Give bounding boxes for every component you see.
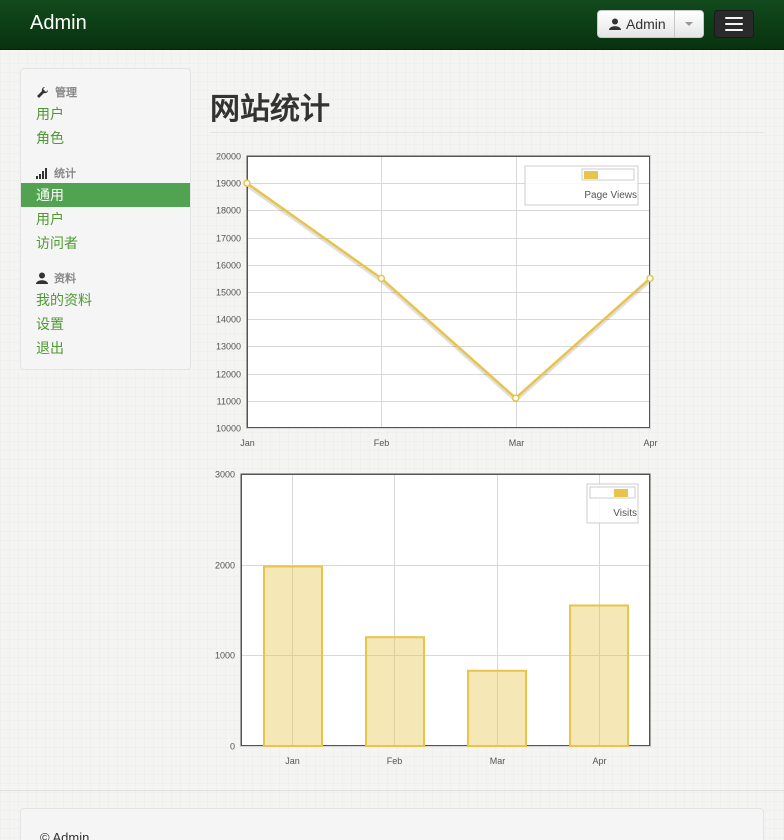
chart-ytick-label: 19000 <box>216 179 241 189</box>
chart-bar <box>569 604 629 748</box>
chart-ytick-label: 11000 <box>217 397 241 407</box>
charts-canvas: 1000011000120001300014000150001600017000… <box>215 152 658 767</box>
chart-xtick-label: Mar <box>490 756 506 766</box>
chart-ytick-label: 13000 <box>216 342 241 352</box>
chart-xtick-label: Mar <box>509 438 525 448</box>
chart-ytick-label: 18000 <box>216 206 241 216</box>
chart-point <box>377 274 386 283</box>
chart-ytick-label: 14000 <box>216 315 241 325</box>
chart-ytick-label: 3000 <box>215 470 235 480</box>
footer-text: © Admin <box>40 830 90 840</box>
chart-ytick-label: 2000 <box>215 561 235 571</box>
chart-ytick-label: 12000 <box>216 370 241 380</box>
chart-legend-swatch <box>584 171 598 179</box>
chart-xtick-label: Jan <box>285 756 300 766</box>
chart-ytick-label: 15000 <box>216 288 241 298</box>
chart-bar <box>263 565 323 747</box>
chart-ytick-label: 16000 <box>216 261 241 271</box>
chart-point <box>511 394 520 402</box>
chart-xtick-label: Feb <box>387 756 403 766</box>
chart-bar <box>467 669 527 747</box>
chart-xtick-label: Feb <box>374 438 390 448</box>
chart-xtick-label: Jan <box>240 438 255 448</box>
chart-xtick-label: Apr <box>643 438 657 448</box>
chart-point <box>243 179 251 187</box>
chart-bar <box>365 636 425 748</box>
chart-legend-swatch-frame <box>589 486 636 499</box>
footer: © Admin <box>20 808 764 840</box>
chart-ytick-label: 20000 <box>216 152 241 162</box>
chart-ytick-label: 17000 <box>216 234 241 244</box>
chart-legend-label: Page Views <box>584 190 637 201</box>
chart-ytick-label: 1000 <box>215 651 235 661</box>
footer-divider <box>0 790 784 791</box>
chart-legend-label: Visits <box>613 508 637 519</box>
chart-ytick-label: 10000 <box>216 424 241 434</box>
chart-point <box>646 274 654 283</box>
chart-legend-swatch <box>614 489 628 497</box>
chart-ytick-label: 0 <box>230 742 235 752</box>
chart-xtick-label: Apr <box>592 756 606 766</box>
